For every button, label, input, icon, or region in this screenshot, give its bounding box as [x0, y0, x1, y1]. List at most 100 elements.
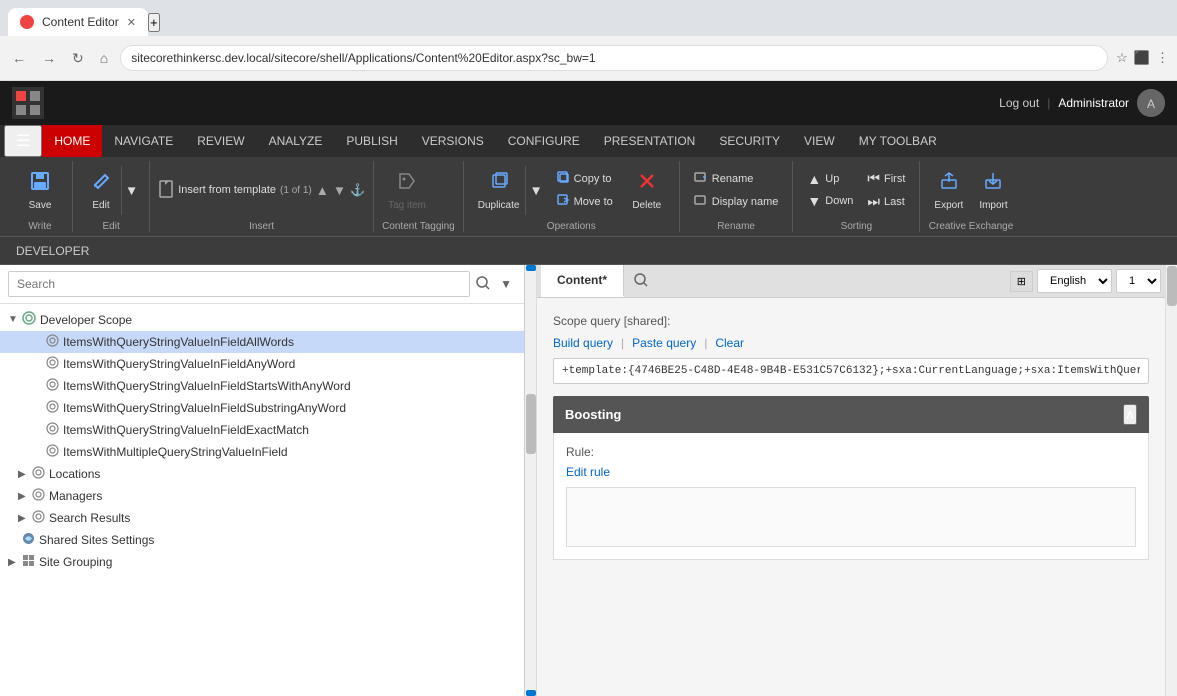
tab-search-icon[interactable] — [624, 267, 658, 296]
menu-navigate[interactable]: NAVIGATE — [102, 125, 185, 157]
home-button[interactable]: ⌂ — [96, 46, 112, 70]
close-tab-icon[interactable]: ✕ — [127, 16, 136, 29]
tab-content[interactable]: Content* — [541, 265, 624, 297]
build-query-button[interactable]: Build query — [553, 336, 613, 350]
bookmark-icon[interactable]: ☆ — [1116, 50, 1128, 66]
export-button[interactable]: Export — [928, 166, 969, 215]
insert-anchor-icon: ⚓ — [350, 183, 365, 197]
hamburger-button[interactable]: ☰ — [4, 125, 42, 157]
tree-root[interactable]: ▼ Developer Scope — [0, 308, 524, 331]
copy-to-button[interactable]: Copy to — [550, 168, 619, 189]
menu-review[interactable]: REVIEW — [185, 125, 256, 157]
boosting-collapse-button[interactable]: ∧ — [1123, 404, 1137, 425]
duplicate-icon — [488, 170, 510, 198]
menu-versions[interactable]: VERSIONS — [410, 125, 496, 157]
first-label: First — [884, 173, 905, 185]
duplicate-split-btn: Duplicate ▼ — [472, 166, 546, 215]
edit-button[interactable]: Edit — [81, 166, 121, 215]
tree-item-locations[interactable]: ▶ Locations — [0, 463, 524, 485]
ribbon-menu: ☰ HOME NAVIGATE REVIEW ANALYZE PUBLISH V… — [0, 125, 1177, 157]
right-scrollbar[interactable] — [1165, 265, 1177, 696]
tree-item-shared-sites[interactable]: Shared Sites Settings — [0, 529, 524, 551]
menu-home[interactable]: HOME — [42, 125, 102, 157]
insert-down-arrow[interactable]: ▼ — [333, 183, 346, 198]
export-label: Export — [934, 200, 963, 211]
ribbon-toolbar: Save Write Edit ▼ Edit — [0, 157, 1177, 237]
query-field[interactable] — [553, 358, 1149, 384]
menu-my-toolbar[interactable]: MY TOOLBAR — [847, 125, 949, 157]
add-tab-button[interactable]: + — [148, 13, 160, 32]
menu-configure[interactable]: CONFIGURE — [496, 125, 592, 157]
duplicate-dropdown-arrow[interactable]: ▼ — [525, 166, 545, 215]
left-panel: ▼ ▼ Developer Scope ItemsWithQueryString… — [0, 265, 525, 696]
shared-sites-icon — [22, 532, 35, 548]
address-bar[interactable] — [120, 45, 1108, 71]
last-label: Last — [884, 196, 905, 208]
managers-label: Managers — [49, 489, 102, 503]
save-button[interactable]: Save — [16, 166, 64, 215]
display-name-icon — [694, 193, 708, 210]
managers-icon — [32, 488, 45, 504]
insert-up-arrow[interactable]: ▲ — [316, 183, 329, 198]
search-input[interactable] — [8, 271, 470, 297]
edit-dropdown-arrow[interactable]: ▼ — [121, 166, 141, 215]
display-name-button[interactable]: Display name — [688, 191, 785, 212]
up-button[interactable]: ▲ Up — [801, 169, 859, 189]
refresh-button[interactable]: ↻ — [68, 46, 88, 71]
tag-item-button[interactable]: Tag item — [382, 166, 432, 215]
last-button[interactable]: ⏭ Last — [861, 191, 911, 212]
move-to-button[interactable]: Move to — [550, 191, 619, 212]
menu-analyze[interactable]: ANALYZE — [257, 125, 335, 157]
clear-button[interactable]: Clear — [715, 336, 744, 350]
boosting-header: Boosting ∧ — [553, 396, 1149, 433]
back-button[interactable]: ← — [8, 46, 30, 70]
right-panel: Content* ⊞ English 1 Scope query [shared… — [537, 265, 1165, 696]
first-button[interactable]: ⏮ First — [861, 168, 911, 189]
rule-label: Rule: — [566, 445, 1136, 459]
right-scroll-thumb[interactable] — [1167, 266, 1177, 306]
language-selector[interactable]: English — [1037, 269, 1112, 293]
item0-label: ItemsWithQueryStringValueInFieldAllWords — [63, 335, 294, 349]
down-button[interactable]: ▼ Down — [801, 191, 859, 211]
browser-tab[interactable]: Content Editor ✕ — [8, 8, 148, 36]
menu-publish[interactable]: PUBLISH — [334, 125, 409, 157]
duplicate-button[interactable]: Duplicate — [472, 166, 526, 215]
delete-button[interactable]: Delete — [623, 166, 671, 215]
tree-item-2[interactable]: ItemsWithQueryStringValueInFieldStartsWi… — [0, 375, 524, 397]
item1-icon — [46, 356, 59, 372]
import-icon — [982, 170, 1004, 198]
down-icon: ▼ — [807, 193, 821, 209]
write-group-label: Write — [16, 219, 64, 232]
version-selector[interactable]: 1 — [1116, 269, 1161, 293]
paste-query-button[interactable]: Paste query — [632, 336, 696, 350]
content-tabs: Content* ⊞ English 1 — [537, 265, 1165, 298]
tree-dropdown-button[interactable]: ▼ — [496, 273, 516, 295]
left-scroll-thumb[interactable] — [526, 394, 536, 454]
tree-item-4[interactable]: ItemsWithQueryStringValueInFieldExactMat… — [0, 419, 524, 441]
import-button[interactable]: Import — [973, 166, 1013, 215]
logout-button[interactable]: Log out — [999, 96, 1039, 110]
edit-rule-button[interactable]: Edit rule — [566, 465, 610, 479]
rename-button[interactable]: Rename — [688, 168, 785, 189]
tree-item-site-grouping[interactable]: ▶ Site Grouping — [0, 551, 524, 573]
root-label: Developer Scope — [40, 313, 132, 327]
menu-view[interactable]: VIEW — [792, 125, 847, 157]
tree-item-1[interactable]: ItemsWithQueryStringValueInFieldAnyWord — [0, 353, 524, 375]
menu-presentation[interactable]: PRESENTATION — [592, 125, 708, 157]
tree-item-3[interactable]: ItemsWithQueryStringValueInFieldSubstrin… — [0, 397, 524, 419]
forward-button[interactable]: → — [38, 46, 60, 70]
tree-item-5[interactable]: ItemsWithMultipleQueryStringValueInField — [0, 441, 524, 463]
item3-label: ItemsWithQueryStringValueInFieldSubstrin… — [63, 401, 346, 415]
layout-selector-button[interactable]: ⊞ — [1010, 271, 1033, 292]
tree-item-0[interactable]: ItemsWithQueryStringValueInFieldAllWords — [0, 331, 524, 353]
rename-icon — [694, 170, 708, 187]
search-button[interactable] — [476, 276, 490, 293]
tree-item-managers[interactable]: ▶ Managers — [0, 485, 524, 507]
tree-item-search-results[interactable]: ▶ Search Results — [0, 507, 524, 529]
extensions-icon[interactable]: ⬛ — [1134, 50, 1150, 66]
developer-tab[interactable]: DEVELOPER — [0, 237, 1177, 265]
left-scrollbar[interactable] — [525, 265, 537, 696]
export-icon — [938, 170, 960, 198]
menu-icon[interactable]: ⋮ — [1156, 50, 1169, 66]
menu-security[interactable]: SECURITY — [707, 125, 792, 157]
